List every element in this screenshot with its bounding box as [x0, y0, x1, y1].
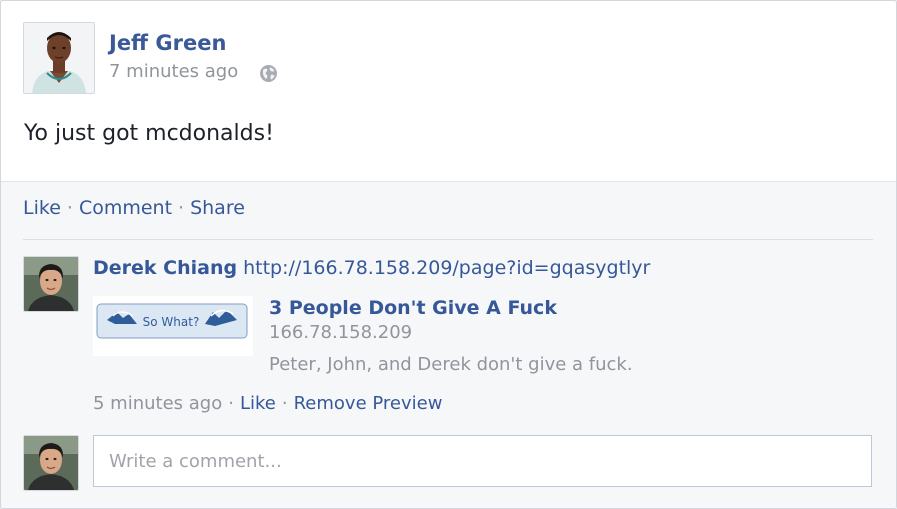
comment-meta: 5 minutes ago · Like · Remove Preview: [93, 393, 442, 414]
separator: ·: [66, 197, 73, 219]
commenter-avatar[interactable]: [23, 256, 79, 312]
feedback-section: Like · Comment · Share Derek Chiang http://16…: [1, 181, 896, 508]
separator: ·: [281, 393, 288, 414]
post-timestamp[interactable]: 7 minutes ago: [109, 61, 238, 82]
separator: ·: [228, 393, 234, 414]
preview-title[interactable]: 3 People Don't Give A Fuck: [269, 297, 557, 319]
comment-link[interactable]: Comment: [79, 197, 172, 219]
globe-icon[interactable]: [259, 64, 278, 83]
preview-description: Peter, John, and Derek don't give a fuck…: [269, 354, 633, 375]
preview-button-label: So What?: [143, 315, 200, 329]
like-link[interactable]: Like: [23, 197, 61, 219]
share-link[interactable]: Share: [190, 197, 245, 219]
post-card: Jeff Green 7 minutes ago Yo just got mcd…: [0, 0, 897, 509]
preview-domain: 166.78.158.209: [269, 322, 413, 343]
poster-avatar[interactable]: [23, 22, 95, 94]
divider: [23, 239, 873, 240]
comment-timestamp[interactable]: 5 minutes ago: [93, 393, 222, 414]
preview-thumbnail[interactable]: So What?: [93, 296, 253, 356]
post-actions: Like · Comment · Share: [23, 197, 245, 219]
comment-input[interactable]: [93, 435, 872, 487]
current-user-avatar: [23, 435, 79, 491]
comment-body: Derek Chiang http://166.78.158.209/page?i…: [93, 257, 650, 279]
post-text: Yo just got mcdonalds!: [24, 121, 274, 146]
comment-like-link[interactable]: Like: [240, 393, 276, 414]
separator: ·: [178, 197, 185, 219]
comment-url-link[interactable]: http://166.78.158.209/page?id=gqasygtlyr: [243, 257, 650, 279]
remove-preview-link[interactable]: Remove Preview: [294, 393, 443, 414]
comment-author-name[interactable]: Derek Chiang: [93, 257, 237, 279]
post-author-name[interactable]: Jeff Green: [109, 31, 226, 55]
